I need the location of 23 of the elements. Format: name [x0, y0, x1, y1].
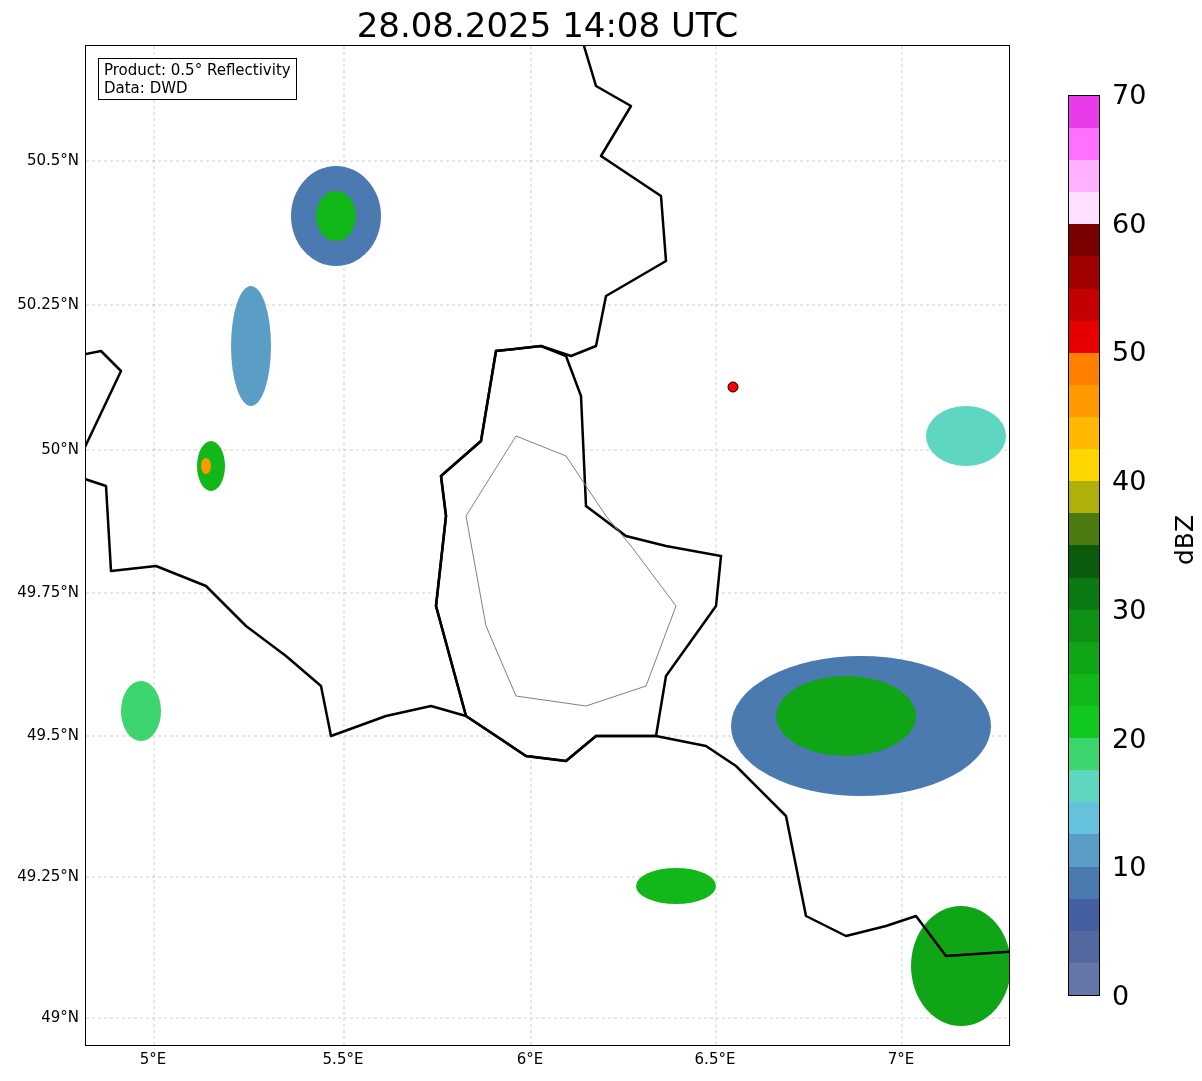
axis-tick-label: 49°N	[40, 1008, 79, 1026]
axis-tick-label: 7°E	[886, 1050, 916, 1068]
colorbar-tick-label: 70	[1112, 80, 1147, 110]
axis-tick-label: 50.5°N	[25, 151, 79, 169]
axis-tick-label: 50°N	[40, 440, 79, 458]
axis-tick-label: 49.25°N	[16, 867, 79, 885]
axis-tick-label: 5°E	[138, 1050, 168, 1068]
info-box: Product: 0.5° Reflectivity Data: DWD	[98, 58, 297, 100]
axis-tick-label: 50.25°N	[16, 295, 79, 313]
axis-tick-label: 49.5°N	[25, 726, 79, 744]
colorbar-tick-label: 10	[1112, 852, 1147, 883]
colorbar-tick-label: 0	[1112, 981, 1130, 1011]
colorbar-label: dBZ	[1170, 514, 1201, 566]
colorbar-tick-label: 40	[1112, 466, 1147, 497]
axis-tick-label: 6°E	[515, 1050, 545, 1068]
chart-title: 28.08.2025 14:08 UTC	[355, 4, 740, 46]
colorbar-tick-label: 20	[1112, 723, 1147, 754]
colorbar-tick-label: 30	[1112, 594, 1147, 625]
colorbar-tick-label: 50	[1112, 337, 1147, 368]
axis-tick-label: 49.75°N	[16, 583, 79, 601]
colorbar-tick-label: 60	[1112, 208, 1147, 239]
axis-tick-label: 5.5°E	[321, 1050, 365, 1068]
axis-tick-label: 6.5°E	[693, 1050, 737, 1068]
